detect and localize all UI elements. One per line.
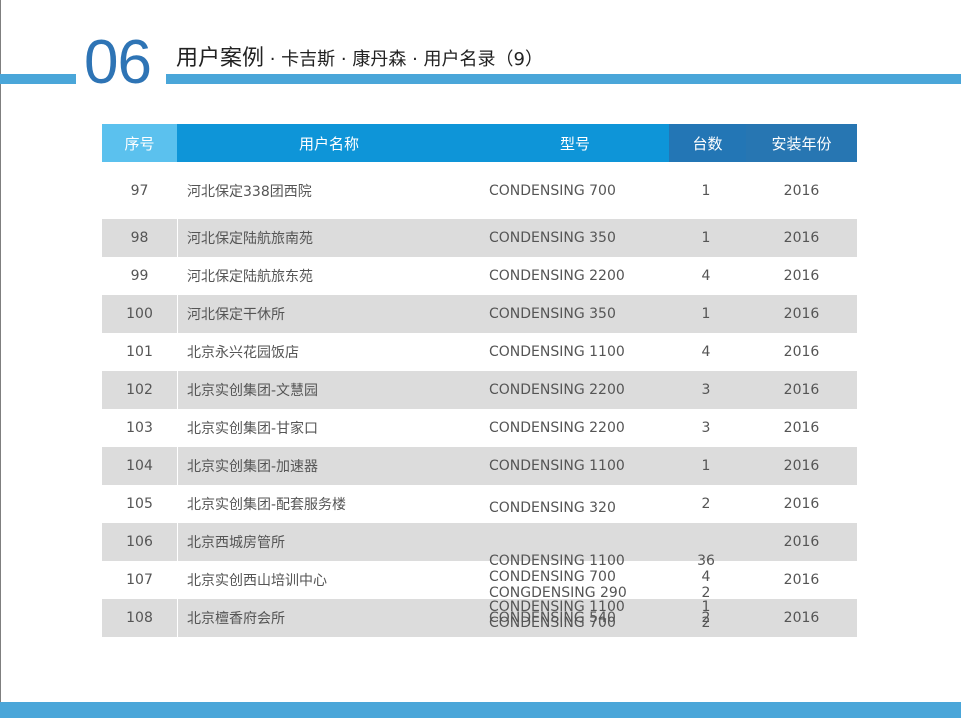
overflow-qty-text: 1 (701, 599, 711, 615)
table-body: 97 河北保定338团西院 CONDENSING 700 1 2016 98 河… (102, 162, 857, 637)
cell-model: CONDENSING 320 (489, 500, 616, 516)
cell-model: CONDENSING 2200 (489, 268, 625, 284)
cell-year: 2016 (783, 382, 820, 398)
cell-seq: 100 (126, 306, 153, 322)
overflow-qty-text: 36 (697, 553, 715, 569)
table-row: 101 北京永兴花园饭店 CONDENSING 1100 4 2016 (102, 333, 857, 371)
cell-qty: 1 (701, 458, 711, 474)
table-row: 105 北京实创集团-配套服务楼 CONDENSING 320 2 2016 (102, 485, 857, 523)
table-row: 102 北京实创集团-文慧园 CONDENSING 2200 3 2016 (102, 371, 857, 409)
left-edge-rule (0, 0, 1, 718)
column-header-seq: 序号 (102, 124, 177, 162)
page-title: 用户案例 · 卡吉斯 · 康丹森 · 用户名录（9） (176, 40, 543, 71)
column-header-year: 安装年份 (746, 124, 857, 162)
cell-year: 2016 (783, 268, 820, 284)
table-header-row: 序号 用户名称 型号 台数 安装年份 (102, 124, 857, 162)
cell-seq: 104 (126, 458, 153, 474)
cell-qty: 2 (701, 496, 711, 512)
table-row: 98 河北保定陆航旅南苑 CONDENSING 350 1 2016 (102, 219, 857, 257)
overflow-model-text: CONDENSING 1100 (489, 599, 625, 615)
cell-seq: 107 (126, 572, 153, 588)
section-number: 06 (84, 28, 152, 97)
cell-model: CONDENSING 350 (489, 306, 616, 322)
cell-seq: 106 (126, 534, 153, 550)
header-accent-bar-right (166, 74, 961, 84)
cell-name: 北京实创集团-加速器 (187, 459, 319, 475)
cell-name: 北京西城房管所 (187, 535, 285, 551)
cell-seq: 108 (126, 610, 153, 626)
cell-seq: 102 (126, 382, 153, 398)
cell-year: 2016 (783, 496, 820, 512)
cell-year: 2016 (783, 182, 820, 199)
cell-seq: 105 (126, 496, 153, 512)
cell-model: CONDENSING 1100 (489, 344, 625, 360)
page-title-main: 用户案例 (176, 46, 265, 71)
overflow-model-text: CONDENSING 700 (489, 569, 616, 585)
cell-seq: 101 (126, 344, 153, 360)
cell-name: 北京实创集团-甘家口 (187, 421, 319, 437)
cell-qty: 4 (701, 268, 711, 284)
cell-qty: 1 (701, 182, 711, 199)
cell-year: 2016 (783, 572, 820, 588)
cell-name: 河北保定338团西院 (187, 183, 312, 200)
footer-accent-bar (0, 702, 961, 718)
cell-qty: 4 (701, 344, 711, 360)
overflow-model-text: CONDENSING 1100 (489, 553, 625, 569)
cell-model: CONDENSING 2200 (489, 420, 625, 436)
cell-name: 北京实创西山培训中心 (187, 573, 327, 589)
cell-year: 2016 (783, 534, 820, 550)
cell-name: 北京实创集团-配套服务楼 (187, 497, 347, 513)
overflow-qty-text: 4 (701, 569, 711, 585)
overflow-qty-text: 2 (701, 615, 711, 631)
cell-qty: 1 (701, 306, 711, 322)
cell-year: 2016 (783, 306, 820, 322)
cell-model: CONDENSING 2200 (489, 382, 625, 398)
cell-year: 2016 (783, 420, 820, 436)
cell-name: 北京永兴花园饭店 (187, 345, 299, 361)
cell-qty: 1 (701, 230, 711, 246)
cell-name: 北京檀香府会所 (187, 611, 285, 627)
header-accent-bar-left (0, 74, 76, 84)
cell-name: 河北保定陆航旅南苑 (187, 231, 313, 247)
cell-name: 河北保定陆航旅东苑 (187, 269, 313, 285)
table-row: 103 北京实创集团-甘家口 CONDENSING 2200 3 2016 (102, 409, 857, 447)
cell-qty: 3 (701, 420, 711, 436)
cell-seq: 99 (130, 268, 149, 284)
cell-model: CONDENSING 350 (489, 230, 616, 246)
cell-seq: 103 (126, 420, 153, 436)
cell-seq: 97 (130, 182, 149, 199)
cell-year: 2016 (783, 230, 820, 246)
cell-seq: 98 (130, 230, 149, 246)
user-list-table: 序号 用户名称 型号 台数 安装年份 97 河北保定338团西院 CONDENS… (102, 124, 857, 637)
cell-year: 2016 (783, 458, 820, 474)
overflow-model-text: CONDENSING 700 (489, 615, 616, 631)
cell-name: 河北保定干休所 (187, 307, 285, 323)
table-row: 104 北京实创集团-加速器 CONDENSING 1100 1 2016 (102, 447, 857, 485)
cell-name: 北京实创集团-文慧园 (187, 383, 319, 399)
cell-year: 2016 (783, 610, 820, 626)
column-header-model: 型号 (481, 124, 669, 162)
table-row: 97 河北保定338团西院 CONDENSING 700 1 2016 (102, 162, 857, 219)
table-row: 100 河北保定干休所 CONDENSING 350 1 2016 (102, 295, 857, 333)
cell-model: CONDENSING 1100 (489, 458, 625, 474)
page-title-subtitle: · 卡吉斯 · 康丹森 · 用户名录（9） (264, 49, 543, 70)
column-header-name: 用户名称 (177, 124, 481, 162)
cell-model: CONDENSING 700 (489, 182, 616, 199)
cell-year: 2016 (783, 344, 820, 360)
cell-qty: 3 (701, 382, 711, 398)
table-row: 99 河北保定陆航旅东苑 CONDENSING 2200 4 2016 (102, 257, 857, 295)
column-header-qty: 台数 (669, 124, 746, 162)
